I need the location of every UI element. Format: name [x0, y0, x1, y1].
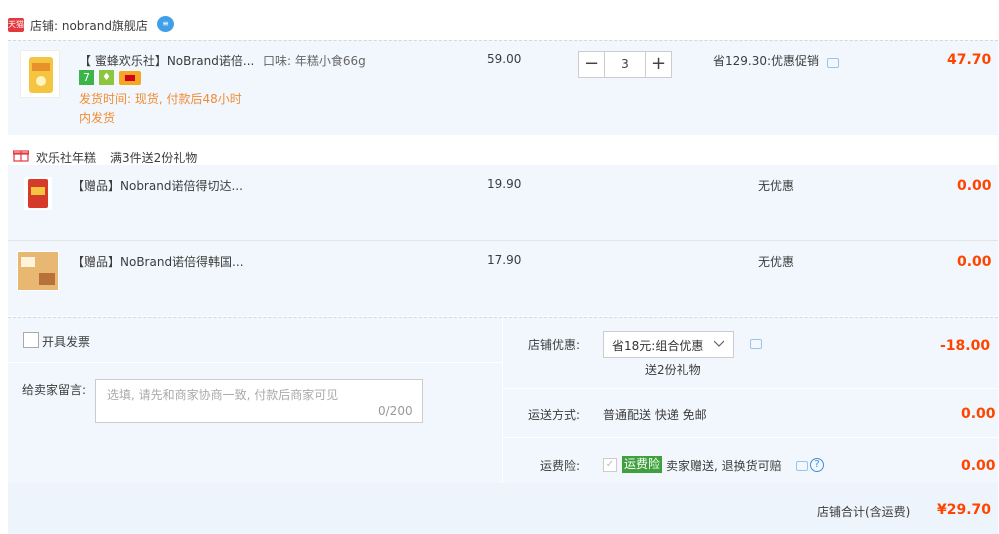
insurance-chat-icon[interactable] — [796, 461, 808, 471]
gift-price: 19.90 — [487, 177, 522, 191]
gift-promo: 无优惠 — [758, 255, 795, 269]
shop-name[interactable]: 店铺: nobrand旗舰店 — [30, 17, 148, 34]
shipping-time: 发货时间: 现货, 付款后48小时 — [79, 92, 242, 106]
guarantee-icon: ♦ — [99, 70, 114, 85]
insurance-tag: 运费险 — [622, 456, 663, 473]
snack-bag-icon — [28, 179, 48, 208]
shipping-time-cont: 内发货 — [79, 111, 116, 125]
insurance-checkbox: ✓ — [603, 458, 617, 472]
message-placeholder: 选填, 请先和商家协商一致, 付款后商家可见 — [107, 388, 339, 402]
product-title[interactable]: 【 蜜蜂欢乐社】NoBrand诺倍... — [79, 52, 254, 69]
shop-discount-note: 送2份礼物 — [645, 363, 701, 377]
credit-card-icon — [119, 71, 141, 85]
insurance-text: 卖家赠送, 退换货可赔 — [666, 459, 782, 473]
order-right-divider — [503, 388, 998, 389]
insurance-label: 运费险: — [540, 459, 581, 473]
shop-discount-amount: -18.00 — [940, 338, 991, 354]
gift-title[interactable]: 【赠品】Nobrand诺倍得切达... — [72, 177, 243, 194]
item-promotion[interactable]: 省129.30:优惠促销 — [713, 52, 819, 69]
gift-subtotal: 0.00 — [957, 254, 992, 270]
insurance-amount: 0.00 — [961, 458, 996, 474]
gift-icon — [12, 148, 30, 162]
item-subtotal: 47.70 — [947, 52, 992, 68]
order-left-divider — [8, 362, 502, 363]
gift-thumbnail[interactable] — [17, 251, 59, 291]
snack-box-icon — [18, 252, 58, 290]
message-textarea[interactable]: 选填, 请先和商家协商一致, 付款后商家可见 0/200 — [95, 379, 423, 423]
gift-price: 17.90 — [487, 253, 522, 267]
delivery-label: 运送方式: — [528, 408, 581, 422]
quantity-increase-button[interactable]: + — [645, 51, 672, 78]
chat-bubble-icon[interactable]: ≡ — [157, 16, 174, 32]
gift-group-rule: 满3件送2份礼物 — [110, 151, 198, 165]
chevron-down-icon — [714, 340, 724, 347]
shop-discount-value: 省18元:组合优惠 — [612, 339, 704, 353]
total-label: 店铺合计(含运费) — [817, 505, 911, 519]
tmall-badge: 天猫 — [8, 18, 24, 32]
shop-discount-select[interactable]: 省18元:组合优惠 — [603, 331, 734, 358]
quantity-decrease-button[interactable]: − — [578, 51, 605, 78]
delivery-value: 普通配送 快递 免邮 — [603, 408, 707, 422]
total-amount: ¥29.70 — [937, 502, 992, 518]
order-right-divider — [503, 437, 998, 438]
delivery-amount: 0.00 — [961, 406, 996, 422]
discount-chat-icon[interactable] — [750, 339, 762, 349]
seven-day-return-icon: 7 — [79, 70, 94, 85]
promo-chat-icon[interactable] — [827, 58, 839, 68]
gift-group-name: 欢乐社年糕 — [36, 151, 97, 165]
unit-price: 59.00 — [487, 52, 522, 66]
quantity-input[interactable]: 3 — [605, 51, 645, 78]
product-spec: 口味: 年糕小食66g — [263, 54, 366, 68]
gift-promo: 无优惠 — [758, 179, 795, 193]
invoice-label[interactable]: 开具发票 — [42, 333, 90, 350]
gift-title[interactable]: 【赠品】NoBrand诺倍得韩国... — [72, 253, 244, 270]
invoice-checkbox[interactable] — [23, 332, 39, 348]
product-thumbnail[interactable] — [20, 50, 60, 98]
message-label: 给卖家留言: — [22, 383, 87, 397]
shop-discount-label: 店铺优惠: — [528, 338, 581, 352]
gift-thumbnail[interactable] — [24, 177, 52, 210]
service-icons: 7 ♦ — [79, 70, 149, 86]
gift-subtotal: 0.00 — [957, 178, 992, 194]
message-counter: 0/200 — [378, 404, 413, 418]
help-icon[interactable]: ? — [810, 458, 824, 472]
snack-package-icon — [29, 57, 53, 93]
